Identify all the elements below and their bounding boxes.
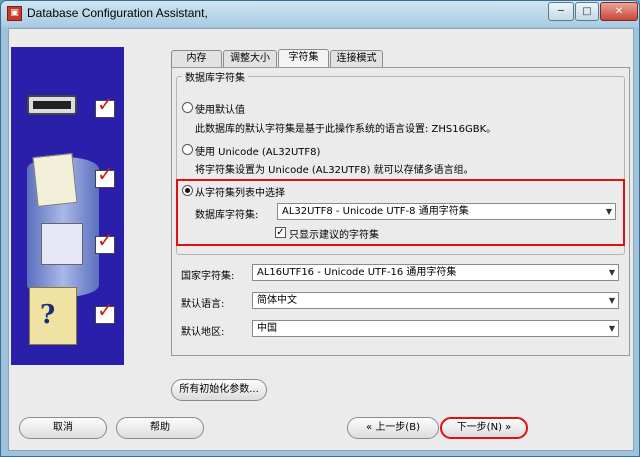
help-folders-icon: ? <box>29 287 77 345</box>
step-check-icon: ✓ <box>95 162 115 188</box>
next-button[interactable]: 下一步(N) » <box>440 417 528 439</box>
tab-charset[interactable]: 字符集 <box>278 49 329 68</box>
recommended-only-label[interactable]: 只显示建议的字符集 <box>289 226 379 241</box>
radio-use-default-label[interactable]: 使用默认值 <box>195 101 245 116</box>
shapes-icon <box>41 223 83 265</box>
next-arrow-icon: » <box>505 422 512 433</box>
default-charset-description: 此数据库的默认字符集是基于此操作系统的语言设置: ZHS16GBK。 <box>195 124 497 135</box>
tab-sizing[interactable]: 调整大小 <box>223 50 277 67</box>
step-check-icon: ✓ <box>95 92 115 118</box>
window-title: Database Configuration Assistant, <box>27 6 208 20</box>
default-language-label: 默认语言: <box>181 299 225 310</box>
dbca-window: ▣ Database Configuration Assistant, ─ □ … <box>0 0 640 457</box>
close-button[interactable]: ✕ <box>600 2 638 21</box>
national-charset-select[interactable]: AL16UTF16 - Unicode UTF-16 通用字符集 ▼ <box>252 264 619 281</box>
question-mark-icon: ? <box>40 300 56 330</box>
chevron-down-icon: ▼ <box>605 207 612 216</box>
chevron-down-icon: ▼ <box>608 324 615 333</box>
radio-use-unicode[interactable] <box>182 144 193 155</box>
unicode-charset-description: 将字符集设置为 Unicode (AL32UTF8) 就可以存储多语言组。 <box>195 165 474 176</box>
db-charset-group-title: 数据库字符集 <box>182 69 248 84</box>
back-button[interactable]: « 上一步(B) <box>347 417 439 439</box>
recommended-only-checkbox[interactable]: ✓ <box>275 227 286 238</box>
default-language-value: 简体中文 <box>257 295 297 306</box>
minimize-button[interactable]: ─ <box>548 2 574 21</box>
maximize-button[interactable]: □ <box>575 2 599 21</box>
radio-choose-from-list-label[interactable]: 从字符集列表中选择 <box>195 184 285 199</box>
next-button-label: 下一步(N) <box>456 422 502 433</box>
db-charset-select[interactable]: AL32UTF8 - Unicode UTF-8 通用字符集 ▼ <box>277 203 616 220</box>
step-check-icon: ✓ <box>95 228 115 254</box>
national-charset-label: 国家字符集: <box>181 271 235 282</box>
memory-chip-icon <box>27 95 77 115</box>
radio-use-default[interactable] <box>182 102 193 113</box>
radio-choose-from-list[interactable] <box>182 185 193 196</box>
app-icon: ▣ <box>7 6 22 21</box>
back-arrow-icon: « <box>366 422 373 433</box>
chevron-down-icon: ▼ <box>608 268 615 277</box>
default-territory-label: 默认地区: <box>181 327 225 338</box>
help-button[interactable]: 帮助 <box>116 417 204 439</box>
charset-field-label: 数据库字符集: <box>195 210 259 221</box>
step-check-icon: ✓ <box>95 298 115 324</box>
title-bar: ▣ Database Configuration Assistant, ─ □ … <box>1 1 639 27</box>
tab-memory[interactable]: 内存 <box>171 50 222 67</box>
national-charset-value: AL16UTF16 - Unicode UTF-16 通用字符集 <box>257 267 457 278</box>
default-territory-select[interactable]: 中国 ▼ <box>252 320 619 337</box>
tab-connection-mode[interactable]: 连接模式 <box>330 50 383 67</box>
back-button-label: 上一步(B) <box>375 422 420 433</box>
radio-use-unicode-label[interactable]: 使用 Unicode (AL32UTF8) <box>195 143 320 158</box>
documents-icon <box>32 153 78 207</box>
default-territory-value: 中国 <box>257 323 277 334</box>
default-language-select[interactable]: 简体中文 ▼ <box>252 292 619 309</box>
wizard-illustration: ? ✓ ✓ ✓ ✓ <box>11 47 124 365</box>
db-charset-value: AL32UTF8 - Unicode UTF-8 通用字符集 <box>282 206 469 217</box>
chevron-down-icon: ▼ <box>608 296 615 305</box>
cancel-button[interactable]: 取消 <box>19 417 107 439</box>
all-init-params-button[interactable]: 所有初始化参数... <box>171 379 267 401</box>
